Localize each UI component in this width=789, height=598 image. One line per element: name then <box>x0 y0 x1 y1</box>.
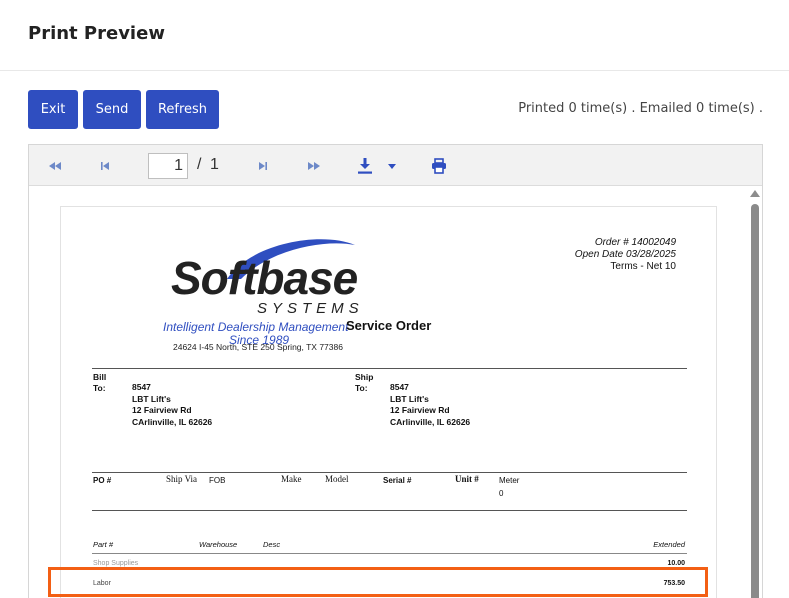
scroll-up-arrow-icon[interactable] <box>750 190 760 197</box>
desc-header: Desc <box>263 540 281 549</box>
open-date: Open Date 03/28/2025 <box>574 249 676 260</box>
order-number: Order # 14002049 <box>594 237 676 248</box>
document-title: Service Order <box>346 318 432 333</box>
company-logo: Softbase SYSTEMS Intelligent Dealership … <box>161 235 364 347</box>
line-item-extended: 10.00 <box>667 560 685 567</box>
line-item-desc: Shop Supplies <box>93 560 139 567</box>
company-address: 24624 I-45 North, STE 250 Spring, TX 773… <box>173 342 343 352</box>
po-header: PO # <box>93 476 112 485</box>
bill-to-label: Bill To: <box>93 372 107 393</box>
first-page-icon[interactable] <box>48 158 62 174</box>
serial-header: Serial # <box>383 476 412 485</box>
divider <box>92 368 687 369</box>
make-header: Make <box>281 474 302 484</box>
fob-header: FOB <box>209 476 226 485</box>
printer-icon[interactable] <box>431 158 447 174</box>
divider <box>92 510 687 511</box>
part-header: Part # <box>93 540 114 549</box>
print-email-status: Printed 0 time(s) . Emailed 0 time(s) . <box>518 101 763 116</box>
ship-via-header: Ship Via <box>166 474 198 484</box>
unit-header: Unit # <box>455 474 479 484</box>
last-page-icon[interactable] <box>307 158 321 174</box>
divider <box>92 472 687 473</box>
exit-button[interactable]: Exit <box>28 90 78 129</box>
viewer-toolbar: / 1 <box>29 145 762 186</box>
ship-to-label: Ship To: <box>355 372 374 393</box>
previous-page-icon[interactable] <box>100 158 110 174</box>
labor-row-highlight <box>48 567 708 597</box>
ship-to-address: 8547 LBT Lift's 12 Fairview Rd CArlinvil… <box>390 382 471 427</box>
dropdown-arrow-icon[interactable] <box>387 158 397 174</box>
document-page: Softbase SYSTEMS Intelligent Dealership … <box>60 206 717 598</box>
total-pages: 1 <box>210 156 219 173</box>
order-info: Order # 14002049 Open Date 03/28/2025 Te… <box>575 237 676 273</box>
title-bar: Print Preview <box>0 0 789 71</box>
scroll-thumb[interactable] <box>751 204 759 598</box>
model-header: Model <box>325 474 349 484</box>
bill-to-address: 8547 LBT Lift's 12 Fairview Rd CArlinvil… <box>132 382 213 427</box>
logo-wordmark: Softbase <box>171 252 358 304</box>
extended-header: Extended <box>653 540 685 549</box>
next-page-icon[interactable] <box>258 158 268 174</box>
terms: Terms - Net 10 <box>610 261 676 272</box>
logo-subtitle: SYSTEMS <box>257 300 364 317</box>
page-number-input[interactable] <box>148 153 188 179</box>
download-icon[interactable] <box>357 157 373 175</box>
vertical-scrollbar[interactable] <box>748 187 762 598</box>
refresh-button[interactable]: Refresh <box>146 90 219 129</box>
report-viewer: / 1 Softbase SYSTEMS Intell <box>28 144 763 598</box>
page-title: Print Preview <box>28 23 165 44</box>
send-button[interactable]: Send <box>83 90 141 129</box>
warehouse-header: Warehouse <box>199 540 238 549</box>
page-separator: / <box>197 156 202 173</box>
meter-header: Meter <box>499 476 520 485</box>
logo-tagline: Intelligent Dealership Management <box>163 320 349 334</box>
meter-value: 0 <box>499 489 504 498</box>
divider <box>92 553 687 554</box>
